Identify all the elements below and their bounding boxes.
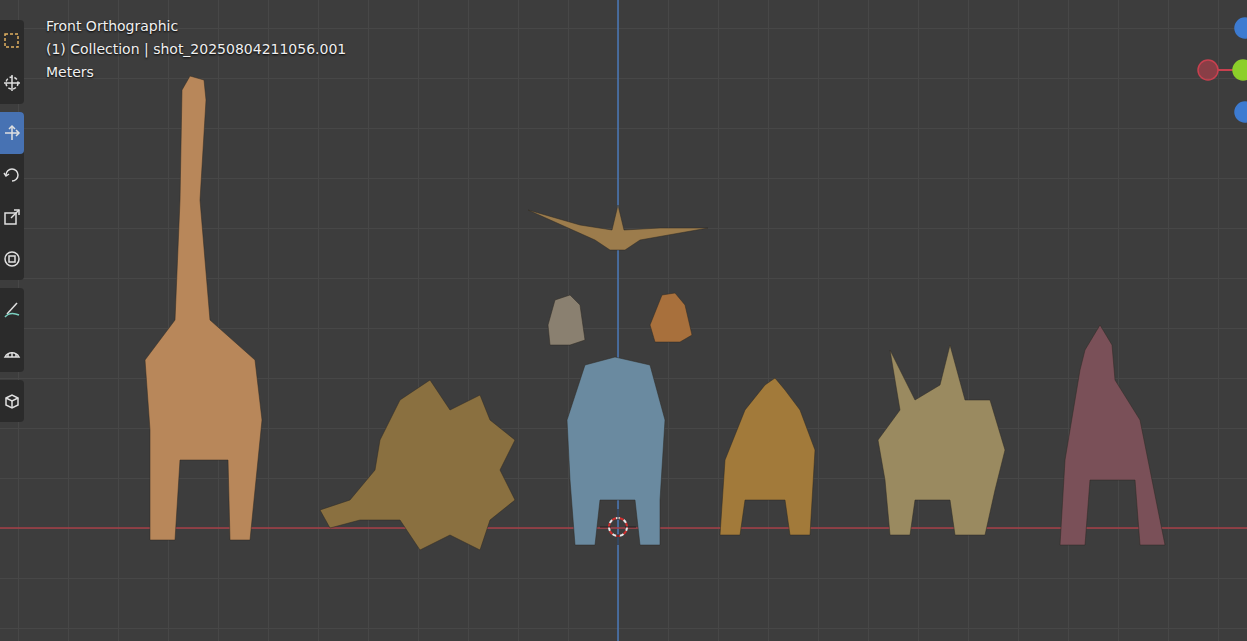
cursor-icon [2, 73, 22, 93]
model[interactable] [567, 357, 665, 545]
tool-button[interactable] [0, 380, 24, 422]
tool-button[interactable] [0, 196, 24, 238]
gizmo-axis-icon[interactable] [1235, 102, 1247, 122]
viewport-info: Front Orthographic (1) Collection | shot_… [46, 17, 346, 82]
tool-button[interactable] [0, 20, 24, 62]
transform-icon [2, 249, 22, 269]
model[interactable] [650, 293, 692, 342]
select-icon [2, 31, 22, 51]
gizmo-axis-icon[interactable] [1233, 60, 1247, 80]
model[interactable] [528, 205, 708, 250]
model[interactable] [320, 380, 515, 550]
collection-name: (1) Collection | shot_20250804211056.001 [46, 40, 346, 59]
tool-group [0, 288, 24, 372]
z-axis-line [617, 0, 619, 641]
model[interactable] [1060, 325, 1165, 545]
x-axis-line [0, 527, 1247, 529]
tool-button[interactable] [0, 330, 24, 372]
model[interactable] [878, 345, 1005, 535]
gizmo-axis-icon[interactable] [1235, 18, 1247, 38]
rotate-icon [2, 165, 22, 185]
gizmo-axis-icon[interactable] [1198, 60, 1218, 80]
scene[interactable] [0, 0, 1247, 641]
move-icon [2, 123, 22, 143]
annotate-icon [2, 299, 22, 319]
scale-icon [2, 207, 22, 227]
cursor-3d-icon[interactable] [600, 509, 636, 545]
tool-button[interactable] [0, 288, 24, 330]
tool-group [0, 20, 24, 104]
tool-group [0, 380, 24, 422]
view-name: Front Orthographic [46, 17, 346, 36]
tool-button[interactable] [0, 62, 24, 104]
model[interactable] [145, 76, 262, 540]
measure-icon [2, 341, 22, 361]
tool-button[interactable] [0, 112, 24, 154]
model[interactable] [548, 295, 585, 345]
toolbar [0, 20, 24, 422]
tool-group [0, 112, 24, 280]
tool-button[interactable] [0, 238, 24, 280]
model[interactable] [720, 378, 815, 535]
viewport[interactable]: Front Orthographic (1) Collection | shot_… [0, 0, 1247, 641]
add-cube-icon [2, 391, 22, 411]
units-label: Meters [46, 63, 346, 82]
tool-button[interactable] [0, 154, 24, 196]
